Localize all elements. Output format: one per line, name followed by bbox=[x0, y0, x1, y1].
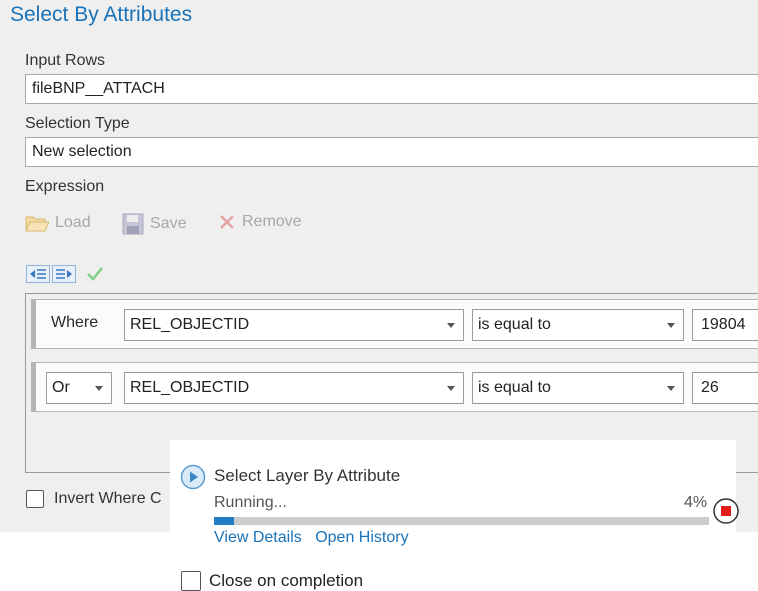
sql-toggle-left-icon[interactable] bbox=[26, 265, 50, 288]
folder-icon bbox=[25, 213, 49, 233]
remove-x-icon bbox=[218, 213, 236, 231]
input-rows-label: Input Rows bbox=[25, 52, 106, 69]
operator-dropdown-value: is equal to bbox=[478, 316, 551, 333]
remove-label: Remove bbox=[242, 213, 302, 230]
save-button[interactable]: Save bbox=[122, 213, 186, 235]
field-dropdown-value: REL_OBJECTID bbox=[130, 316, 250, 333]
save-icon bbox=[122, 213, 144, 235]
progress-bar-fill bbox=[214, 517, 234, 525]
field-dropdown-value: REL_OBJECTID bbox=[130, 379, 250, 396]
value-field-text: 19804 bbox=[701, 316, 746, 333]
selection-type-dropdown[interactable]: New selection bbox=[25, 137, 758, 167]
save-label: Save bbox=[150, 215, 187, 232]
load-label: Load bbox=[55, 214, 91, 231]
sql-toggle-right-icon[interactable] bbox=[52, 265, 76, 288]
clause-row: Or REL_OBJECTID is equal to 26 bbox=[31, 362, 758, 412]
stop-icon[interactable] bbox=[713, 498, 739, 529]
verify-check-icon[interactable] bbox=[86, 265, 104, 288]
value-field[interactable]: 26 bbox=[692, 372, 758, 404]
value-field-text: 26 bbox=[701, 379, 719, 396]
pane-title: Select By Attributes bbox=[10, 3, 193, 26]
progress-bar bbox=[214, 517, 709, 525]
invert-where-checkbox[interactable] bbox=[26, 490, 44, 508]
progress-percent: 4% bbox=[684, 494, 708, 511]
field-dropdown[interactable]: REL_OBJECTID bbox=[124, 372, 464, 404]
clause-row: Where REL_OBJECTID is equal to 19804 bbox=[31, 299, 758, 349]
chevron-down-icon bbox=[447, 386, 455, 391]
load-button[interactable]: Load bbox=[25, 213, 91, 233]
connector-dropdown[interactable]: Or bbox=[46, 372, 112, 404]
close-on-completion-checkbox[interactable] bbox=[181, 571, 201, 591]
selection-type-label: Selection Type bbox=[25, 115, 130, 132]
tool-name: Select Layer By Attribute bbox=[214, 466, 401, 485]
input-rows-field[interactable]: fileBNP__ATTACH bbox=[25, 74, 758, 104]
progress-popup: Select Layer By Attribute Running... 4% bbox=[170, 440, 739, 532]
chevron-down-icon bbox=[667, 386, 675, 391]
clause-connector: Where bbox=[51, 314, 99, 331]
play-icon[interactable] bbox=[180, 464, 206, 495]
connector-dropdown-value: Or bbox=[52, 379, 70, 396]
operator-dropdown-value: is equal to bbox=[478, 379, 551, 396]
value-field[interactable]: 19804 bbox=[692, 309, 758, 341]
progress-links: View Details Open History bbox=[214, 529, 418, 547]
progress-status: Running... bbox=[214, 494, 287, 511]
chevron-down-icon bbox=[447, 323, 455, 328]
chevron-down-icon bbox=[95, 386, 103, 391]
invert-where-label: Invert Where C bbox=[54, 490, 162, 507]
operator-dropdown[interactable]: is equal to bbox=[472, 372, 684, 404]
open-history-link[interactable]: Open History bbox=[315, 529, 408, 546]
expression-label: Expression bbox=[25, 178, 105, 195]
view-details-link[interactable]: View Details bbox=[214, 529, 302, 546]
field-dropdown[interactable]: REL_OBJECTID bbox=[124, 309, 464, 341]
close-on-completion-label: Close on completion bbox=[209, 571, 364, 590]
chevron-down-icon bbox=[667, 323, 675, 328]
operator-dropdown[interactable]: is equal to bbox=[472, 309, 684, 341]
remove-button[interactable]: Remove bbox=[218, 213, 302, 231]
